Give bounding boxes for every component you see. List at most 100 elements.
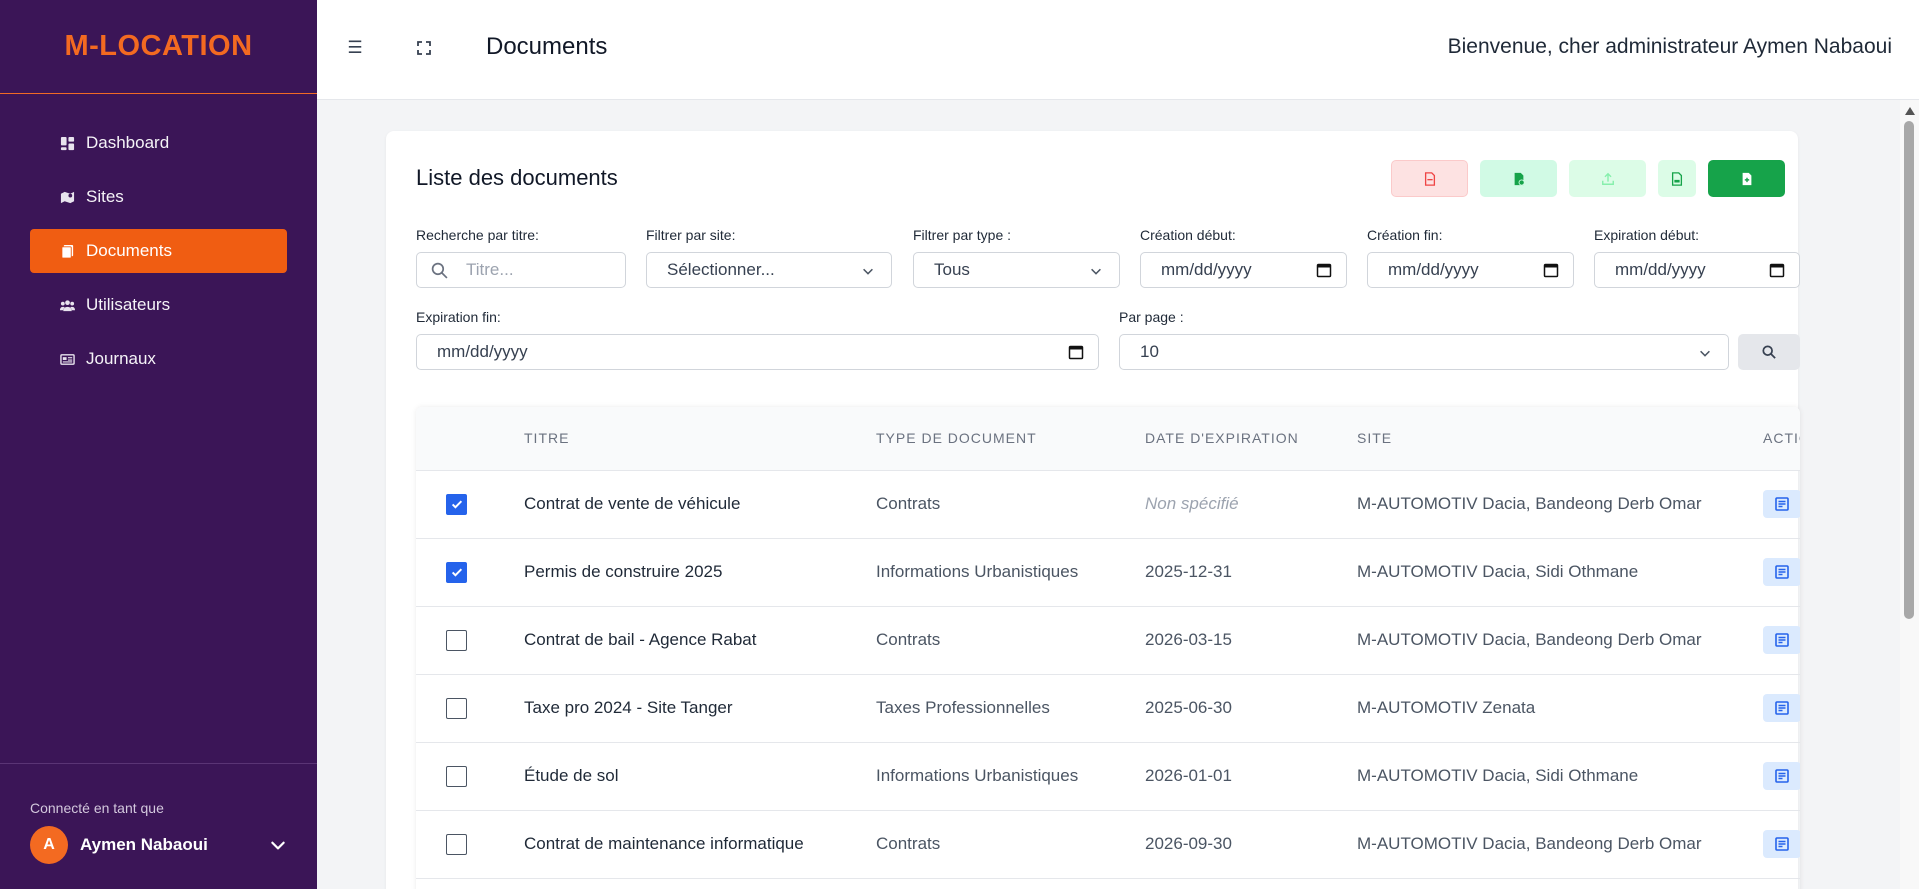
view-document-button[interactable]: [1763, 490, 1800, 518]
row-checkbox[interactable]: [446, 765, 467, 787]
user-menu[interactable]: A Aymen Nabaoui: [30, 826, 287, 864]
creation-end-value: mm/dd/yyyy: [1388, 260, 1479, 279]
view-document-button[interactable]: [1763, 694, 1800, 722]
brand-name: M-LOCATION: [64, 30, 253, 62]
row-checkbox[interactable]: [446, 697, 467, 719]
column-header-expiration[interactable]: DATE D'EXPIRATION: [1145, 407, 1357, 470]
chevron-down-icon: [1700, 350, 1710, 357]
menu-toggle-icon[interactable]: ☰: [345, 38, 365, 58]
document-details-icon: [1775, 701, 1789, 715]
table-row[interactable]: Taxe pro 2024 - Site Tanger Taxes Profes…: [416, 674, 1800, 742]
cell-expiration: 2026-09-30: [1145, 834, 1232, 853]
sidebar-item-label: Dashboard: [86, 133, 170, 152]
row-checkbox[interactable]: [446, 561, 467, 583]
brand-logo[interactable]: M-LOCATION: [0, 0, 317, 94]
column-header-type[interactable]: TYPE DE DOCUMENT: [876, 407, 1145, 470]
row-checkbox[interactable]: [446, 493, 467, 515]
pdf-file-icon: [1424, 171, 1435, 186]
per-page-value: 10: [1140, 342, 1159, 361]
dashboard-icon: [59, 135, 75, 151]
expiration-end-value: mm/dd/yyyy: [437, 342, 528, 361]
calendar-icon[interactable]: [1316, 262, 1332, 278]
table-row[interactable]: Permis de construire 2025 Informations U…: [416, 538, 1800, 606]
export-csv-button[interactable]: [1658, 160, 1696, 197]
cell-site: M-AUTOMOTIV Dacia, Sidi Othmane: [1357, 766, 1639, 785]
title-search-label: Recherche par titre:: [416, 227, 539, 243]
document-details-icon: [1775, 837, 1789, 851]
search-button[interactable]: [1738, 334, 1800, 370]
document-details-icon: [1775, 565, 1789, 579]
per-page-select[interactable]: 10: [1119, 334, 1729, 370]
creation-start-value: mm/dd/yyyy: [1161, 260, 1252, 279]
cell-title: Permis de construire 2025: [524, 562, 723, 581]
upload-button[interactable]: [1569, 160, 1646, 197]
calendar-icon[interactable]: [1068, 344, 1084, 360]
cell-title: Contrat de bail - Agence Rabat: [524, 630, 757, 649]
cell-site: M-AUTOMOTIV Dacia, Bandeong Derb Omar: [1357, 834, 1702, 853]
row-checkbox[interactable]: [446, 629, 467, 651]
sidebar-item-documents[interactable]: Documents: [30, 229, 287, 273]
table-row[interactable]: Contrat de maintenance informatique Cont…: [416, 810, 1800, 878]
cell-type: Informations Urbanistiques: [876, 766, 1079, 785]
users-icon: [59, 297, 75, 313]
journal-icon: [59, 351, 75, 367]
sidebar-item-sites[interactable]: Sites: [30, 175, 287, 219]
scroll-thumb[interactable]: [1904, 121, 1914, 619]
chevron-down-icon: [863, 268, 873, 275]
chevron-down-icon[interactable]: [269, 836, 287, 854]
sidebar-item-dashboard[interactable]: Dashboard: [30, 121, 287, 165]
top-header: ☰ Documents Bienvenue, cher administrate…: [317, 0, 1919, 100]
expiration-end-date-input[interactable]: mm/dd/yyyy: [416, 334, 1099, 370]
connected-label: Connecté en tant que: [30, 800, 164, 816]
add-document-button[interactable]: [1708, 160, 1785, 197]
table-row[interactable]: Contrat de bail - Agence Rabat Contrats …: [416, 606, 1800, 674]
expiration-start-date-input[interactable]: mm/dd/yyyy: [1594, 252, 1800, 288]
calendar-icon[interactable]: [1543, 262, 1559, 278]
view-document-button[interactable]: [1763, 762, 1800, 790]
cell-title: Contrat de maintenance informatique: [524, 834, 804, 853]
table-row[interactable]: [416, 878, 1800, 889]
sidebar-item-journals[interactable]: Journaux: [30, 337, 287, 381]
view-document-button[interactable]: [1763, 626, 1800, 654]
sidebar-item-label: Sites: [86, 187, 124, 206]
document-details-icon: [1775, 633, 1789, 647]
cell-type: Contrats: [876, 834, 941, 853]
cell-expiration: Non spécifié: [1145, 494, 1239, 513]
cell-expiration: 2025-12-31: [1145, 562, 1232, 581]
title-search-placeholder: Titre...: [466, 260, 514, 279]
creation-end-date-input[interactable]: mm/dd/yyyy: [1367, 252, 1574, 288]
column-header-title[interactable]: TITRE: [524, 407, 876, 470]
site-filter-select[interactable]: Sélectionner...: [646, 252, 892, 288]
creation-start-date-input[interactable]: mm/dd/yyyy: [1140, 252, 1347, 288]
column-header-actions: ACTIONS: [1763, 430, 1800, 447]
expiration-start-value: mm/dd/yyyy: [1615, 260, 1706, 279]
excel-file-icon: [1514, 172, 1525, 186]
table-row[interactable]: Contrat de vente de véhicule Contrats No…: [416, 470, 1800, 538]
type-filter-value: Tous: [934, 260, 970, 279]
calendar-icon[interactable]: [1769, 262, 1785, 278]
document-details-icon: [1775, 497, 1789, 511]
title-search-input[interactable]: Titre...: [416, 252, 626, 288]
scroll-up-arrow-icon[interactable]: [1905, 107, 1915, 115]
sidebar-item-label: Journaux: [86, 349, 156, 368]
fullscreen-icon[interactable]: [414, 38, 434, 58]
select-column-header: [416, 407, 524, 470]
cell-title: Contrat de vente de véhicule: [524, 494, 741, 513]
export-excel-button[interactable]: [1480, 160, 1557, 197]
column-header-site[interactable]: SITE: [1357, 407, 1763, 470]
action-toolbar: [1391, 160, 1785, 197]
type-filter-select[interactable]: Tous: [913, 252, 1120, 288]
table-row[interactable]: Étude de sol Informations Urbanistiques …: [416, 742, 1800, 810]
view-document-button[interactable]: [1763, 830, 1800, 858]
page-scrollbar[interactable]: [1900, 100, 1919, 889]
sidebar-item-users[interactable]: Utilisateurs: [30, 283, 287, 327]
type-filter-label: Filtrer par type :: [913, 227, 1012, 243]
sidebar-item-label: Utilisateurs: [86, 295, 171, 314]
cell-expiration: 2025-06-30: [1145, 698, 1232, 717]
creation-start-label: Création début:: [1140, 227, 1236, 243]
row-checkbox[interactable]: [446, 833, 467, 855]
cell-type: Contrats: [876, 494, 941, 513]
view-document-button[interactable]: [1763, 558, 1800, 586]
documents-table: TITRE TYPE DE DOCUMENT DATE D'EXPIRATION…: [416, 407, 1800, 889]
export-pdf-button[interactable]: [1391, 160, 1468, 197]
